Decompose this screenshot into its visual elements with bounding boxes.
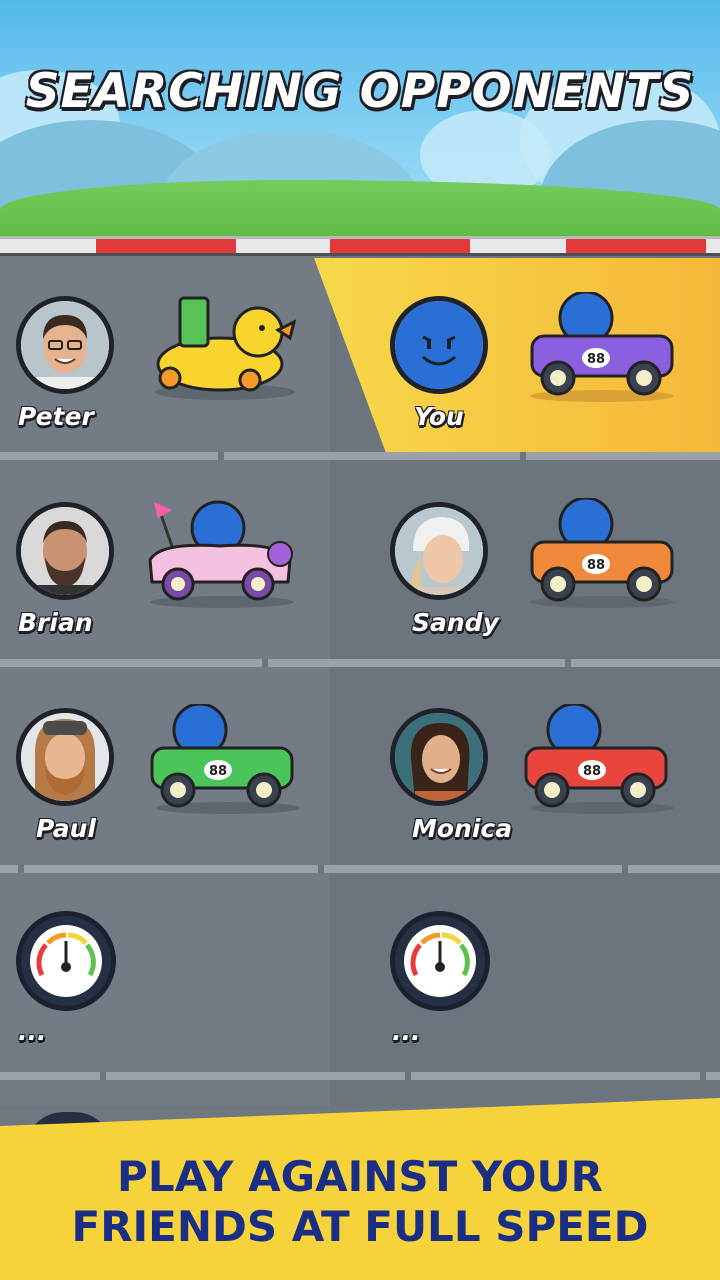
car-number: 88: [209, 764, 227, 779]
page-title: SEARCHING OPPONENTS: [25, 64, 695, 119]
avatar: [16, 502, 114, 600]
avatar: [390, 502, 488, 600]
player-name: Paul: [36, 814, 96, 843]
player-slot-sandy[interactable]: Sandy 88: [374, 468, 674, 648]
duck-car-icon: [155, 296, 297, 400]
speedometer-icon: [16, 911, 116, 1011]
player-name: Peter: [18, 402, 94, 431]
promo-text: PLAY AGAINST YOUR FRIENDS AT FULL SPEED: [0, 1152, 720, 1252]
avatar: [390, 708, 488, 806]
track-curb: [0, 236, 720, 256]
searching-slot: ...: [0, 895, 300, 1055]
red-car-icon: 88: [524, 704, 674, 814]
car-number: 88: [587, 558, 605, 573]
promo-line-2: FRIENDS AT FULL SPEED: [71, 1202, 649, 1251]
player-slot-peter[interactable]: Peter: [0, 262, 300, 442]
purple-car-icon: 88: [530, 292, 674, 402]
player-ball-avatar: [390, 296, 488, 394]
searching-slot: ...: [374, 895, 674, 1055]
lane-divider: [0, 865, 720, 873]
searching-label: ...: [392, 1017, 421, 1046]
player-slot-you[interactable]: You 88: [374, 262, 674, 442]
player-slot-brian[interactable]: Brian: [0, 468, 300, 648]
lane-divider: [0, 659, 720, 667]
player-name: Monica: [412, 814, 513, 843]
player-name: Sandy: [412, 608, 499, 637]
avatar: [16, 708, 114, 806]
promo-line-1: PLAY AGAINST YOUR: [117, 1152, 603, 1201]
pink-car-icon: [148, 500, 294, 608]
lane-divider: [0, 1072, 720, 1080]
orange-car-icon: 88: [530, 498, 674, 608]
player-slot-paul[interactable]: Paul 88: [0, 674, 300, 854]
player-name: Brian: [18, 608, 93, 637]
player-name: You: [414, 402, 464, 431]
green-car-icon: 88: [150, 704, 300, 814]
car-number: 88: [583, 764, 601, 779]
speedometer-icon: [390, 911, 490, 1011]
car-number: 88: [587, 352, 605, 367]
player-slot-monica[interactable]: Monica 88: [374, 674, 674, 854]
sky-background: [0, 0, 720, 250]
lane-divider: [0, 452, 720, 460]
searching-label: ...: [18, 1017, 47, 1046]
avatar: [16, 296, 114, 394]
